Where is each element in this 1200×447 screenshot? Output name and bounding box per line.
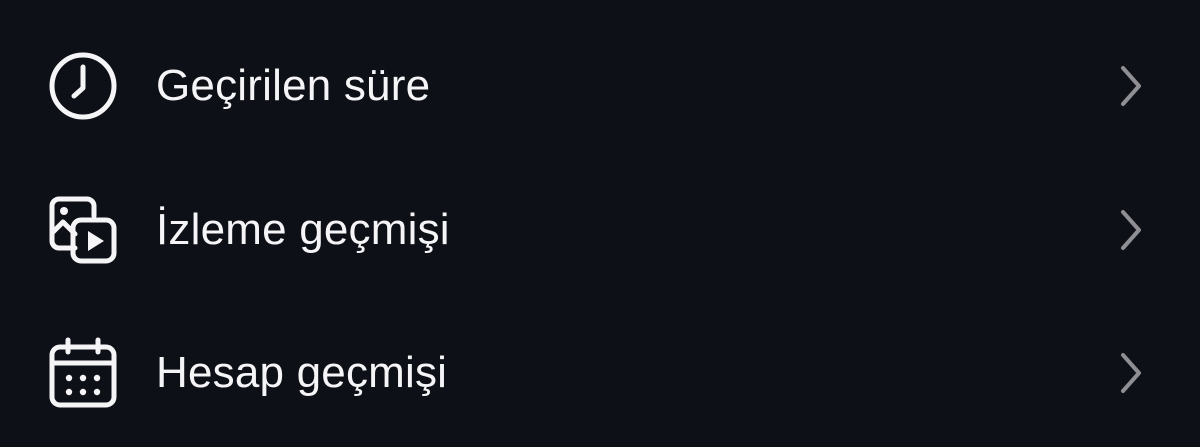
menu-item-label: İzleme geçmişi	[156, 205, 450, 254]
menu-item-time-spent[interactable]: Geçirilen süre	[0, 26, 1200, 146]
chevron-right-icon	[1110, 61, 1150, 111]
menu-item-watch-history[interactable]: İzleme geçmişi	[0, 170, 1200, 290]
menu-item-label: Geçirilen süre	[156, 61, 431, 110]
chevron-right-icon	[1110, 348, 1150, 398]
calendar-icon	[47, 337, 119, 409]
menu-item-account-history[interactable]: Hesap geçmişi	[0, 313, 1200, 433]
clock-icon	[47, 50, 119, 122]
video-history-icon	[47, 194, 119, 266]
chevron-right-icon	[1110, 205, 1150, 255]
menu-item-label: Hesap geçmişi	[156, 348, 448, 397]
settings-menu: Geçirilen süre İzleme geçmişi Hesap geçm…	[0, 0, 1200, 447]
